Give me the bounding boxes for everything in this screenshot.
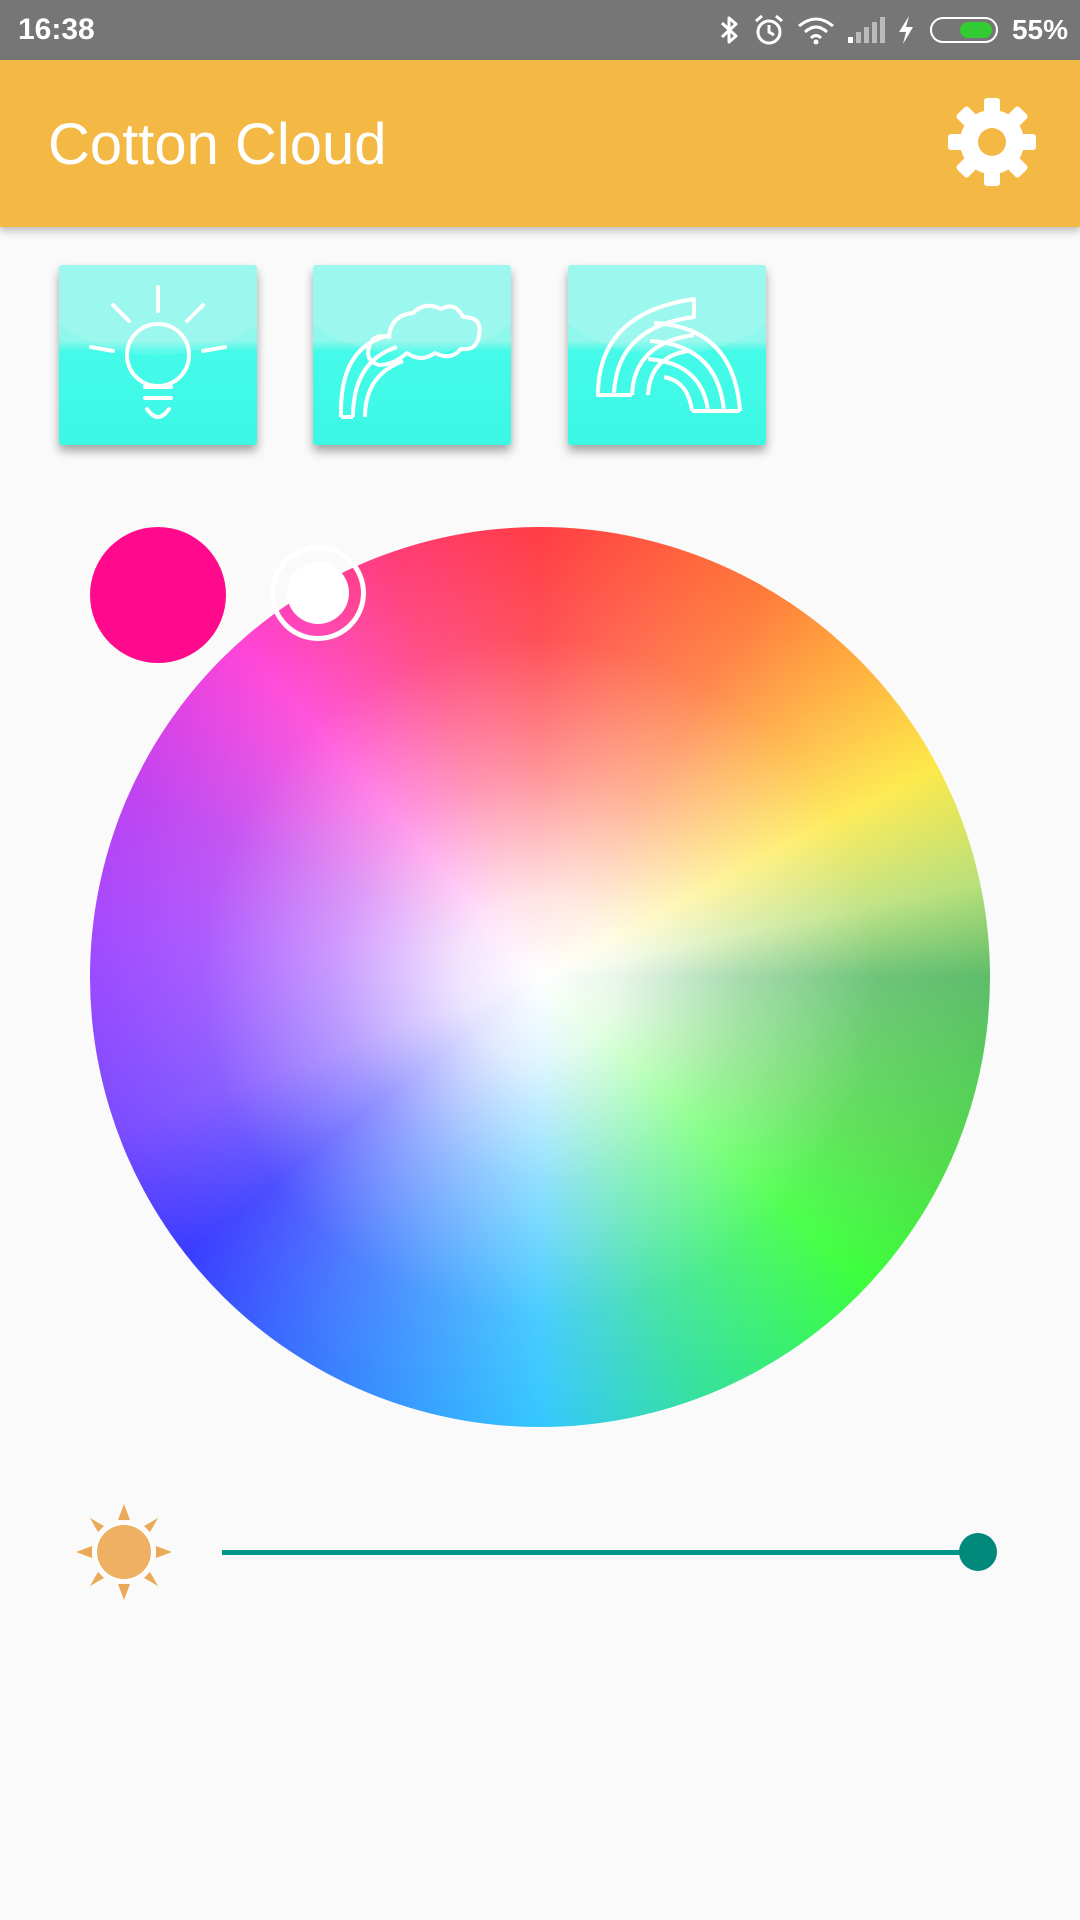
status-bar: 16:38 55% (0, 0, 1080, 60)
slider-thumb[interactable] (959, 1533, 997, 1571)
cloud-rainbow-icon (339, 303, 482, 419)
brightness-slider[interactable] (222, 1532, 997, 1572)
mode-tile-rainbow[interactable] (568, 265, 766, 445)
app-bar: Cotton Cloud (0, 60, 1080, 227)
gear-icon (948, 98, 1036, 186)
rainbow-icon (596, 297, 742, 413)
wifi-icon (798, 17, 834, 45)
mode-tile-bulb[interactable] (59, 265, 257, 445)
alarm-icon (754, 14, 783, 45)
battery-percent: 55% (1011, 14, 1068, 45)
bluetooth-icon (720, 16, 738, 44)
app-title: Cotton Cloud (48, 112, 387, 177)
app-screen: 16:38 55% Cotton Cloud (0, 0, 1080, 1920)
color-wheel[interactable] (90, 527, 990, 1427)
status-icons: 55% (718, 0, 1068, 60)
battery-icon (929, 17, 998, 43)
light-bulb-icon (89, 285, 227, 419)
selected-color-preview (90, 527, 226, 663)
settings-button[interactable] (940, 90, 1044, 194)
color-wheel-thumb[interactable] (270, 545, 366, 641)
sun-icon (76, 1504, 172, 1600)
slider-fill (222, 1550, 978, 1555)
battery-level (959, 22, 992, 38)
mode-tile-cloud-rainbow[interactable] (313, 265, 511, 445)
charging-icon (898, 16, 913, 44)
signal-icon (847, 17, 885, 43)
status-time: 16:38 (18, 13, 95, 46)
color-wheel-thumb-center (287, 562, 349, 624)
